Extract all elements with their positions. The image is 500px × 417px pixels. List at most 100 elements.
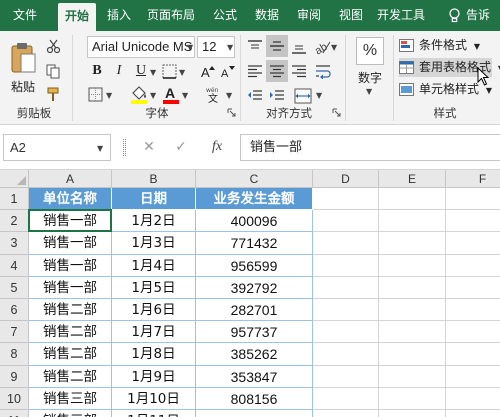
cancel-icon[interactable]: ✕ — [140, 137, 158, 157]
align-right-icon[interactable] — [291, 64, 307, 78]
cell-a5[interactable]: 销售一部 — [29, 277, 112, 299]
cell-d2[interactable] — [313, 210, 379, 232]
cell-e4[interactable] — [379, 255, 446, 277]
cell-d9[interactable] — [313, 366, 379, 388]
italic-button[interactable]: I — [110, 61, 128, 81]
bold-button[interactable]: B — [88, 61, 106, 81]
borders-icon[interactable] — [162, 64, 177, 79]
header-cell[interactable]: 单位名称 — [29, 188, 112, 210]
cell-c2[interactable]: 400096 — [196, 210, 313, 232]
decrease-indent-icon[interactable] — [247, 89, 263, 103]
cell-c4[interactable]: 956599 — [196, 255, 313, 277]
cell-f8[interactable] — [446, 343, 500, 366]
cell-b10[interactable]: 1月10日 — [112, 388, 196, 410]
row-header-11[interactable]: 11 — [0, 410, 29, 417]
number-format-button[interactable]: % — [356, 37, 384, 65]
tab-home[interactable]: 开始 — [58, 3, 96, 31]
tab-data[interactable]: 数据 — [250, 0, 284, 31]
row-header-4[interactable]: 4 — [0, 255, 29, 277]
bottom-align-icon[interactable] — [291, 40, 307, 54]
cell-e9[interactable] — [379, 366, 446, 388]
formula-input[interactable]: 销售一部 — [240, 134, 500, 161]
column-header-f[interactable]: F — [446, 170, 500, 188]
tab-review[interactable]: 审阅 — [292, 0, 326, 31]
tab-view[interactable]: 视图 — [334, 0, 368, 31]
middle-align-button[interactable] — [266, 35, 288, 57]
cell-a11[interactable]: 销售三部 — [29, 410, 112, 417]
underline-button[interactable]: U — [132, 61, 150, 81]
cut-icon[interactable] — [46, 39, 61, 54]
cell-c7[interactable]: 957737 — [196, 321, 313, 343]
align-center-button[interactable] — [266, 60, 288, 82]
column-header-c[interactable]: C — [196, 170, 313, 188]
font-name-dropdown[interactable]: Arial Unicode MS — [87, 36, 195, 58]
merge-center-icon[interactable] — [294, 88, 312, 104]
cell-d10[interactable] — [313, 388, 379, 410]
tab-developer[interactable]: 开发工具 — [374, 0, 428, 31]
row-header-5[interactable]: 5 — [0, 277, 29, 299]
tell-me-search[interactable]: 告诉我 — [444, 0, 500, 53]
name-box[interactable]: A2 — [3, 134, 111, 161]
cell-a2[interactable]: 销售一部 — [29, 210, 112, 232]
header-cell[interactable]: 业务发生金额 — [196, 188, 313, 210]
number-label[interactable]: 数字 — [350, 69, 390, 86]
select-all-corner[interactable] — [0, 170, 29, 188]
tab-insert[interactable]: 插入 — [102, 0, 136, 31]
cell-f9[interactable] — [446, 366, 500, 388]
cell-e11[interactable] — [379, 410, 446, 417]
decrease-font-size-icon[interactable]: A — [220, 64, 236, 79]
cell-f4[interactable] — [446, 255, 500, 277]
cell-b5[interactable]: 1月5日 — [112, 277, 196, 299]
tab-formulas[interactable]: 公式 — [208, 0, 242, 31]
dialog-launcher-icon[interactable] — [332, 108, 341, 117]
font-color-icon[interactable]: A — [162, 84, 180, 104]
cell-c10[interactable]: 808156 — [196, 388, 313, 410]
cell-c3[interactable]: 771432 — [196, 232, 313, 255]
formula-bar-grip[interactable] — [123, 139, 126, 156]
cell-f3[interactable] — [446, 232, 500, 255]
cell-a6[interactable]: 销售二部 — [29, 299, 112, 321]
cell-c9[interactable]: 353847 — [196, 366, 313, 388]
row-header-3[interactable]: 3 — [0, 232, 29, 255]
cell-a8[interactable]: 销售二部 — [29, 343, 112, 366]
conditional-formatting-button[interactable]: 条件格式 ▼ — [399, 36, 480, 55]
insert-function-icon[interactable]: fx — [206, 137, 228, 157]
cell-d6[interactable] — [313, 299, 379, 321]
cell-d4[interactable] — [313, 255, 379, 277]
top-align-icon[interactable] — [247, 40, 263, 54]
cell-b3[interactable]: 1月3日 — [112, 232, 196, 255]
cell-c6[interactable]: 282701 — [196, 299, 313, 321]
cell-e2[interactable] — [379, 210, 446, 232]
tab-file[interactable]: 文件 — [4, 0, 46, 31]
cell-b2[interactable]: 1月2日 — [112, 210, 196, 232]
row-header-6[interactable]: 6 — [0, 299, 29, 321]
align-left-icon[interactable] — [247, 64, 263, 78]
cell-b7[interactable]: 1月7日 — [112, 321, 196, 343]
cell-b8[interactable]: 1月8日 — [112, 343, 196, 366]
cell-a3[interactable]: 销售一部 — [29, 232, 112, 255]
enter-icon[interactable]: ✓ — [172, 137, 190, 157]
cell-e7[interactable] — [379, 321, 446, 343]
cell-e3[interactable] — [379, 232, 446, 255]
row-header-10[interactable]: 10 — [0, 388, 29, 410]
cell-f11[interactable] — [446, 410, 500, 417]
cell-d8[interactable] — [313, 343, 379, 366]
row-header-7[interactable]: 7 — [0, 321, 29, 343]
paste-button[interactable]: 粘贴 — [6, 37, 40, 99]
cell-d5[interactable] — [313, 277, 379, 299]
increase-indent-icon[interactable] — [269, 89, 285, 103]
cell-e10[interactable] — [379, 388, 446, 410]
wrap-text-icon[interactable] — [315, 63, 331, 79]
column-header-d[interactable]: D — [313, 170, 379, 188]
orientation-icon[interactable]: ab — [313, 39, 331, 55]
cell-b11[interactable]: 1月11日 — [112, 410, 196, 417]
cell-d7[interactable] — [313, 321, 379, 343]
dialog-launcher-icon[interactable] — [227, 108, 236, 117]
row-header-2[interactable]: 2 — [0, 210, 29, 232]
column-header-a[interactable]: A — [29, 170, 112, 188]
row-header-8[interactable]: 8 — [0, 343, 29, 366]
cell-f5[interactable] — [446, 277, 500, 299]
phonetic-guide-icon[interactable]: wén 文 — [205, 85, 225, 103]
cell-b4[interactable]: 1月4日 — [112, 255, 196, 277]
cell-d11[interactable] — [313, 410, 379, 417]
